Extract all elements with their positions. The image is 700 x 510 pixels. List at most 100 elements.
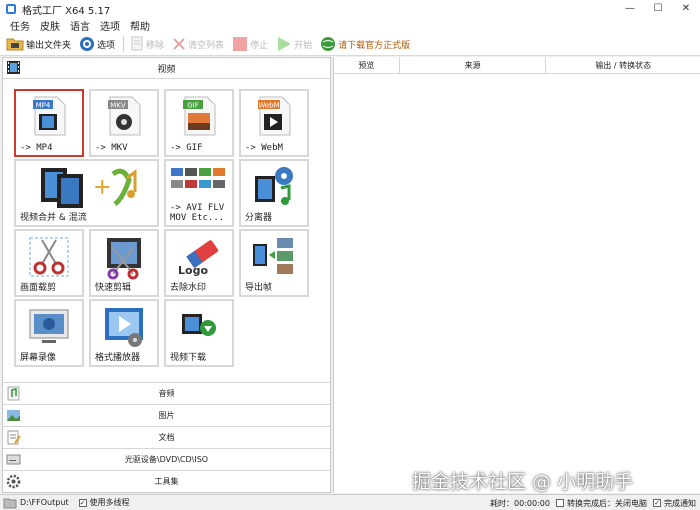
title-bar: 格式工厂 X64 5.17 — ☐ ✕	[0, 0, 700, 18]
globe-icon	[321, 37, 336, 51]
column-source[interactable]: 来源	[400, 57, 547, 73]
menu-help[interactable]: 帮助	[130, 18, 150, 33]
multithread-label: 使用多线程	[89, 498, 130, 507]
start-button[interactable]: 开始	[276, 36, 312, 52]
tile-label: -> MP4	[20, 143, 53, 153]
tile-label: -> WebM	[245, 143, 283, 153]
watermark-text: 掘金技术社区 @ 小明助手	[412, 471, 634, 493]
menu-options[interactable]: 选项	[100, 18, 120, 33]
category-image[interactable]: 图片	[3, 404, 330, 426]
toolbar: 输出文件夹 选项 移除 清空列表 停止 开始 请下载官方正式版	[0, 33, 700, 56]
output-path[interactable]: D:\FFOutput	[20, 498, 69, 507]
tile-quick-cut[interactable]: 快速剪辑	[89, 229, 159, 297]
clear-list-button[interactable]: 清空列表	[172, 36, 224, 52]
close-button[interactable]: ✕	[672, 0, 700, 18]
player-icon	[105, 308, 143, 347]
category-toolbox[interactable]: 工具集	[3, 470, 330, 492]
function-panel: 视频 MP4 -> MP4 MKV -> MKV GIF -> GIF WebM…	[2, 57, 331, 493]
tile-label: -> AVI FLV MOV Etc...	[170, 203, 225, 223]
clear-icon	[173, 38, 185, 50]
tile-screen-record[interactable]: 屏幕录像	[14, 299, 84, 367]
column-output-status[interactable]: 输出 / 转换状态	[546, 57, 700, 73]
options-button[interactable]: 选项	[79, 36, 115, 52]
category-disc-device[interactable]: 光驱设备\DVD\CD\ISO	[3, 448, 330, 470]
disc-drive-icon	[6, 454, 21, 465]
tile-to-mkv[interactable]: MKV -> MKV	[89, 89, 159, 157]
stop-button[interactable]: 停止	[232, 36, 268, 52]
category-list: 音频 图片 文档 光驱设备\DVD\CD\ISO 工具集	[3, 382, 330, 492]
notify-option[interactable]: ✓ 完成通知	[653, 498, 696, 509]
after-done-checkbox[interactable]	[556, 499, 564, 507]
elapsed-time: 耗时：00:00:00	[490, 498, 550, 508]
video-download-icon	[182, 314, 216, 336]
tile-to-webm[interactable]: WebM -> WebM	[239, 89, 309, 157]
tile-to-mp4[interactable]: MP4 -> MP4	[14, 89, 84, 157]
menu-tasks[interactable]: 任务	[10, 18, 30, 33]
tile-label: 视频下载	[170, 353, 207, 363]
merge-icon: +	[40, 168, 136, 208]
mp4-file-icon: MP4	[33, 96, 66, 136]
category-label: 文档	[158, 433, 175, 442]
output-folder-button[interactable]: 输出文件夹	[6, 36, 71, 52]
category-label: 视频	[157, 64, 176, 75]
gif-file-icon: GIF	[183, 96, 216, 136]
tile-label: 去除水印	[170, 283, 207, 293]
tile-to-avi-flv-mov[interactable]: -> AVI FLV MOV Etc...	[164, 159, 234, 227]
tile-remove-watermark[interactable]: Logo 去除水印	[164, 229, 234, 297]
task-list: 预览 来源 输出 / 转换状态	[333, 57, 700, 493]
category-document[interactable]: 文档	[3, 426, 330, 448]
remove-button[interactable]: 移除	[130, 36, 164, 52]
svg-text:+: +	[93, 175, 111, 200]
format-factory-icon	[6, 4, 16, 14]
menu-skin[interactable]: 皮肤	[40, 18, 60, 33]
tile-label: -> MKV	[95, 143, 128, 153]
tile-export-frames[interactable]: 导出帧	[239, 229, 309, 297]
svg-text:MP4: MP4	[36, 102, 51, 110]
tile-label: 格式播放器	[95, 353, 141, 363]
tile-label: 视频合并 & 混流	[20, 213, 87, 223]
document-icon	[7, 430, 21, 445]
webm-file-icon: WebM	[258, 96, 291, 136]
export-frames-icon	[253, 238, 293, 274]
options-icon	[80, 37, 95, 51]
tile-label: 导出帧	[245, 283, 273, 293]
category-label: 工具集	[154, 477, 179, 486]
svg-text:GIF: GIF	[187, 102, 199, 110]
minimize-button[interactable]: —	[616, 0, 644, 18]
video-tiles: MP4 -> MP4 MKV -> MKV GIF -> GIF WebM ->…	[3, 79, 330, 404]
tile-video-merge[interactable]: + 视频合并 & 混流	[14, 159, 159, 227]
download-official-link[interactable]: 请下载官方正式版	[320, 36, 410, 52]
tile-format-player[interactable]: 格式播放器	[89, 299, 159, 367]
tile-to-gif[interactable]: GIF -> GIF	[164, 89, 234, 157]
image-icon	[7, 410, 20, 421]
column-preview[interactable]: 预览	[334, 57, 400, 73]
category-label: 图片	[158, 411, 175, 420]
quick-cut-icon	[107, 238, 141, 280]
tile-video-download[interactable]: 视频下载	[164, 299, 234, 367]
audio-icon	[7, 386, 20, 401]
tile-label: -> GIF	[170, 143, 203, 153]
splitter-icon	[255, 167, 293, 205]
tile-label: 屏幕录像	[20, 353, 57, 363]
tile-label: 分离器	[245, 213, 273, 223]
multithread-checkbox[interactable]: ✓	[78, 498, 87, 507]
status-bar: D:\FFOutput ✓ 使用多线程 耗时：00:00:00 转换完成后：关闭…	[0, 494, 700, 510]
after-done-option[interactable]: 转换完成后：关闭电脑	[556, 498, 647, 509]
scissors-icon	[29, 237, 69, 277]
category-video[interactable]: 视频	[3, 58, 330, 79]
tile-crop[interactable]: 画面载剪	[14, 229, 84, 297]
maximize-button[interactable]: ☐	[644, 0, 672, 18]
category-audio[interactable]: 音频	[3, 382, 330, 404]
notify-checkbox[interactable]: ✓	[653, 499, 661, 507]
folder-icon	[6, 38, 24, 51]
menu-language[interactable]: 语言	[70, 18, 90, 33]
tile-splitter[interactable]: 分离器	[239, 159, 309, 227]
task-list-header: 预览 来源 输出 / 转换状态	[334, 57, 700, 74]
folder-icon	[3, 498, 17, 508]
window-title: 格式工厂 X64 5.17	[22, 5, 111, 17]
remove-icon	[131, 36, 143, 51]
mkv-file-icon: MKV	[108, 96, 141, 136]
svg-text:MKV: MKV	[110, 102, 126, 110]
svg-text:WebM: WebM	[258, 102, 279, 110]
category-label: 音频	[158, 389, 175, 398]
